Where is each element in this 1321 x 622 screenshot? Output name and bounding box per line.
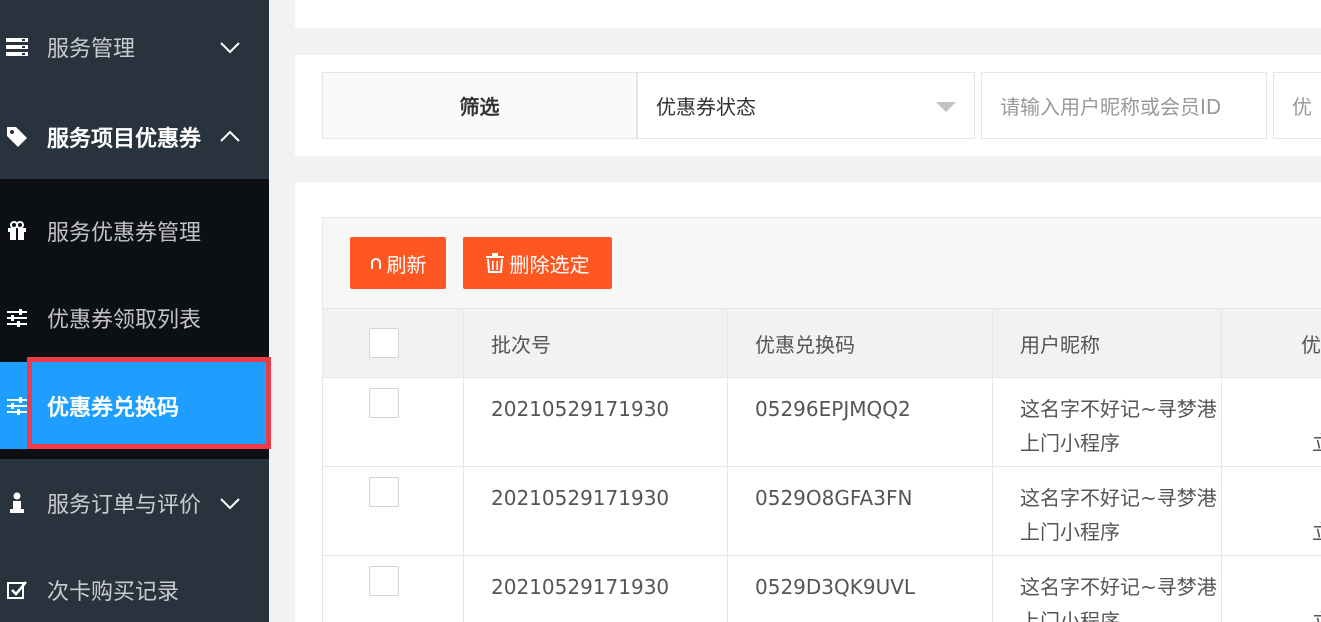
- sidebar: 服务管理 服务项目优惠券 服务优惠券管理 优惠券领取列表 优惠券兑换码 服务订单…: [0, 0, 269, 622]
- header-extra: 优: [1221, 308, 1321, 378]
- row-select-cell: [322, 377, 464, 467]
- user-search-input[interactable]: 请输入用户昵称或会员ID: [981, 72, 1267, 139]
- sidebar-item-label: 优惠券兑换码: [47, 395, 180, 421]
- filter-label: 筛选: [322, 72, 637, 139]
- sliders-icon: [6, 307, 28, 329]
- table-header-row: 批次号 优惠兑换码 用户昵称 优: [322, 308, 1321, 378]
- header-batch: 批次号: [463, 308, 728, 378]
- chevron-down-icon: [218, 35, 242, 59]
- sidebar-item-coupon-management[interactable]: 服务优惠券管理: [0, 188, 269, 273]
- batch-cell: 20210529171930: [463, 555, 728, 622]
- coupon-status-select[interactable]: 优惠券状态: [637, 72, 975, 139]
- row-select-cell: [322, 555, 464, 622]
- code-cell: 0529D3QK9UVL: [727, 555, 993, 622]
- user-cell: 这名字不好记~寻梦港上门小程序: [992, 555, 1222, 622]
- code-cell: 05296EPJMQQ2: [727, 377, 993, 467]
- delete-label: 删除选定: [509, 252, 590, 277]
- sidebar-item-label: 次卡购买记录: [47, 579, 180, 605]
- top-card: [295, 0, 1321, 28]
- select-all-checkbox[interactable]: [369, 328, 399, 358]
- tag-icon: [6, 126, 28, 148]
- user-cell: 这名字不好记~寻梦港上门小程序: [992, 466, 1222, 556]
- sidebar-item-label: 优惠券领取列表: [47, 307, 202, 333]
- action-cell[interactable]: 立: [1221, 466, 1321, 556]
- user-cell: 这名字不好记~寻梦港上门小程序: [992, 377, 1222, 467]
- refresh-button[interactable]: 刷新: [350, 237, 446, 289]
- header-user-nickname: 用户昵称: [992, 308, 1222, 378]
- caret-down-icon: [936, 102, 956, 112]
- person-icon: [6, 492, 28, 514]
- sidebar-item-service-management[interactable]: 服务管理: [0, 0, 269, 94]
- row-checkbox[interactable]: [369, 566, 399, 596]
- row-checkbox[interactable]: [369, 477, 399, 507]
- action-cell[interactable]: 立: [1221, 555, 1321, 622]
- header-redeem-code: 优惠兑换码: [727, 308, 993, 378]
- chevron-up-icon: [218, 125, 242, 149]
- chevron-down-icon: [218, 491, 242, 515]
- sidebar-item-label: 服务项目优惠券: [47, 126, 202, 152]
- table-row: 20210529171930 0529D3QK9UVL 这名字不好记~寻梦港上门…: [322, 555, 1321, 622]
- sidebar-item-label: 服务优惠券管理: [47, 220, 202, 246]
- batch-cell: 20210529171930: [463, 466, 728, 556]
- sidebar-item-card-purchases[interactable]: 次卡购买记录: [0, 546, 269, 622]
- code-search-input[interactable]: 优: [1273, 72, 1321, 139]
- row-checkbox[interactable]: [369, 388, 399, 418]
- trash-icon: [485, 253, 504, 273]
- select-all-cell: [322, 308, 464, 378]
- refresh-icon: [370, 256, 382, 270]
- delete-selected-button[interactable]: 删除选定: [463, 237, 612, 289]
- table-row: 20210529171930 05296EPJMQQ2 这名字不好记~寻梦港上门…: [322, 377, 1321, 467]
- sidebar-item-service-coupons[interactable]: 服务项目优惠券: [0, 94, 269, 179]
- sidebar-item-coupon-redeem-code[interactable]: 优惠券兑换码: [0, 362, 269, 449]
- sliders-icon: [6, 395, 28, 417]
- sidebar-item-label: 服务管理: [47, 37, 136, 62]
- batch-cell: 20210529171930: [463, 377, 728, 467]
- sidebar-item-label: 服务订单与评价: [47, 492, 202, 518]
- row-select-cell: [322, 466, 464, 556]
- sidebar-item-service-orders[interactable]: 服务订单与评价: [0, 459, 269, 546]
- sidebar-item-coupon-claim-list[interactable]: 优惠券领取列表: [0, 275, 269, 360]
- refresh-label: 刷新: [386, 252, 427, 277]
- action-cell[interactable]: 立: [1221, 377, 1321, 467]
- coupon-status-value: 优惠券状态: [656, 95, 756, 119]
- redeem-code-table: 批次号 优惠兑换码 用户昵称 优 20210529171930 05296EPJ…: [322, 308, 1321, 622]
- checkbox-icon: [6, 579, 28, 601]
- gift-icon: [6, 220, 28, 242]
- table-row: 20210529171930 0529O8GFA3FN 这名字不好记~寻梦港上门…: [322, 466, 1321, 556]
- code-cell: 0529O8GFA3FN: [727, 466, 993, 556]
- server-icon: [6, 36, 28, 58]
